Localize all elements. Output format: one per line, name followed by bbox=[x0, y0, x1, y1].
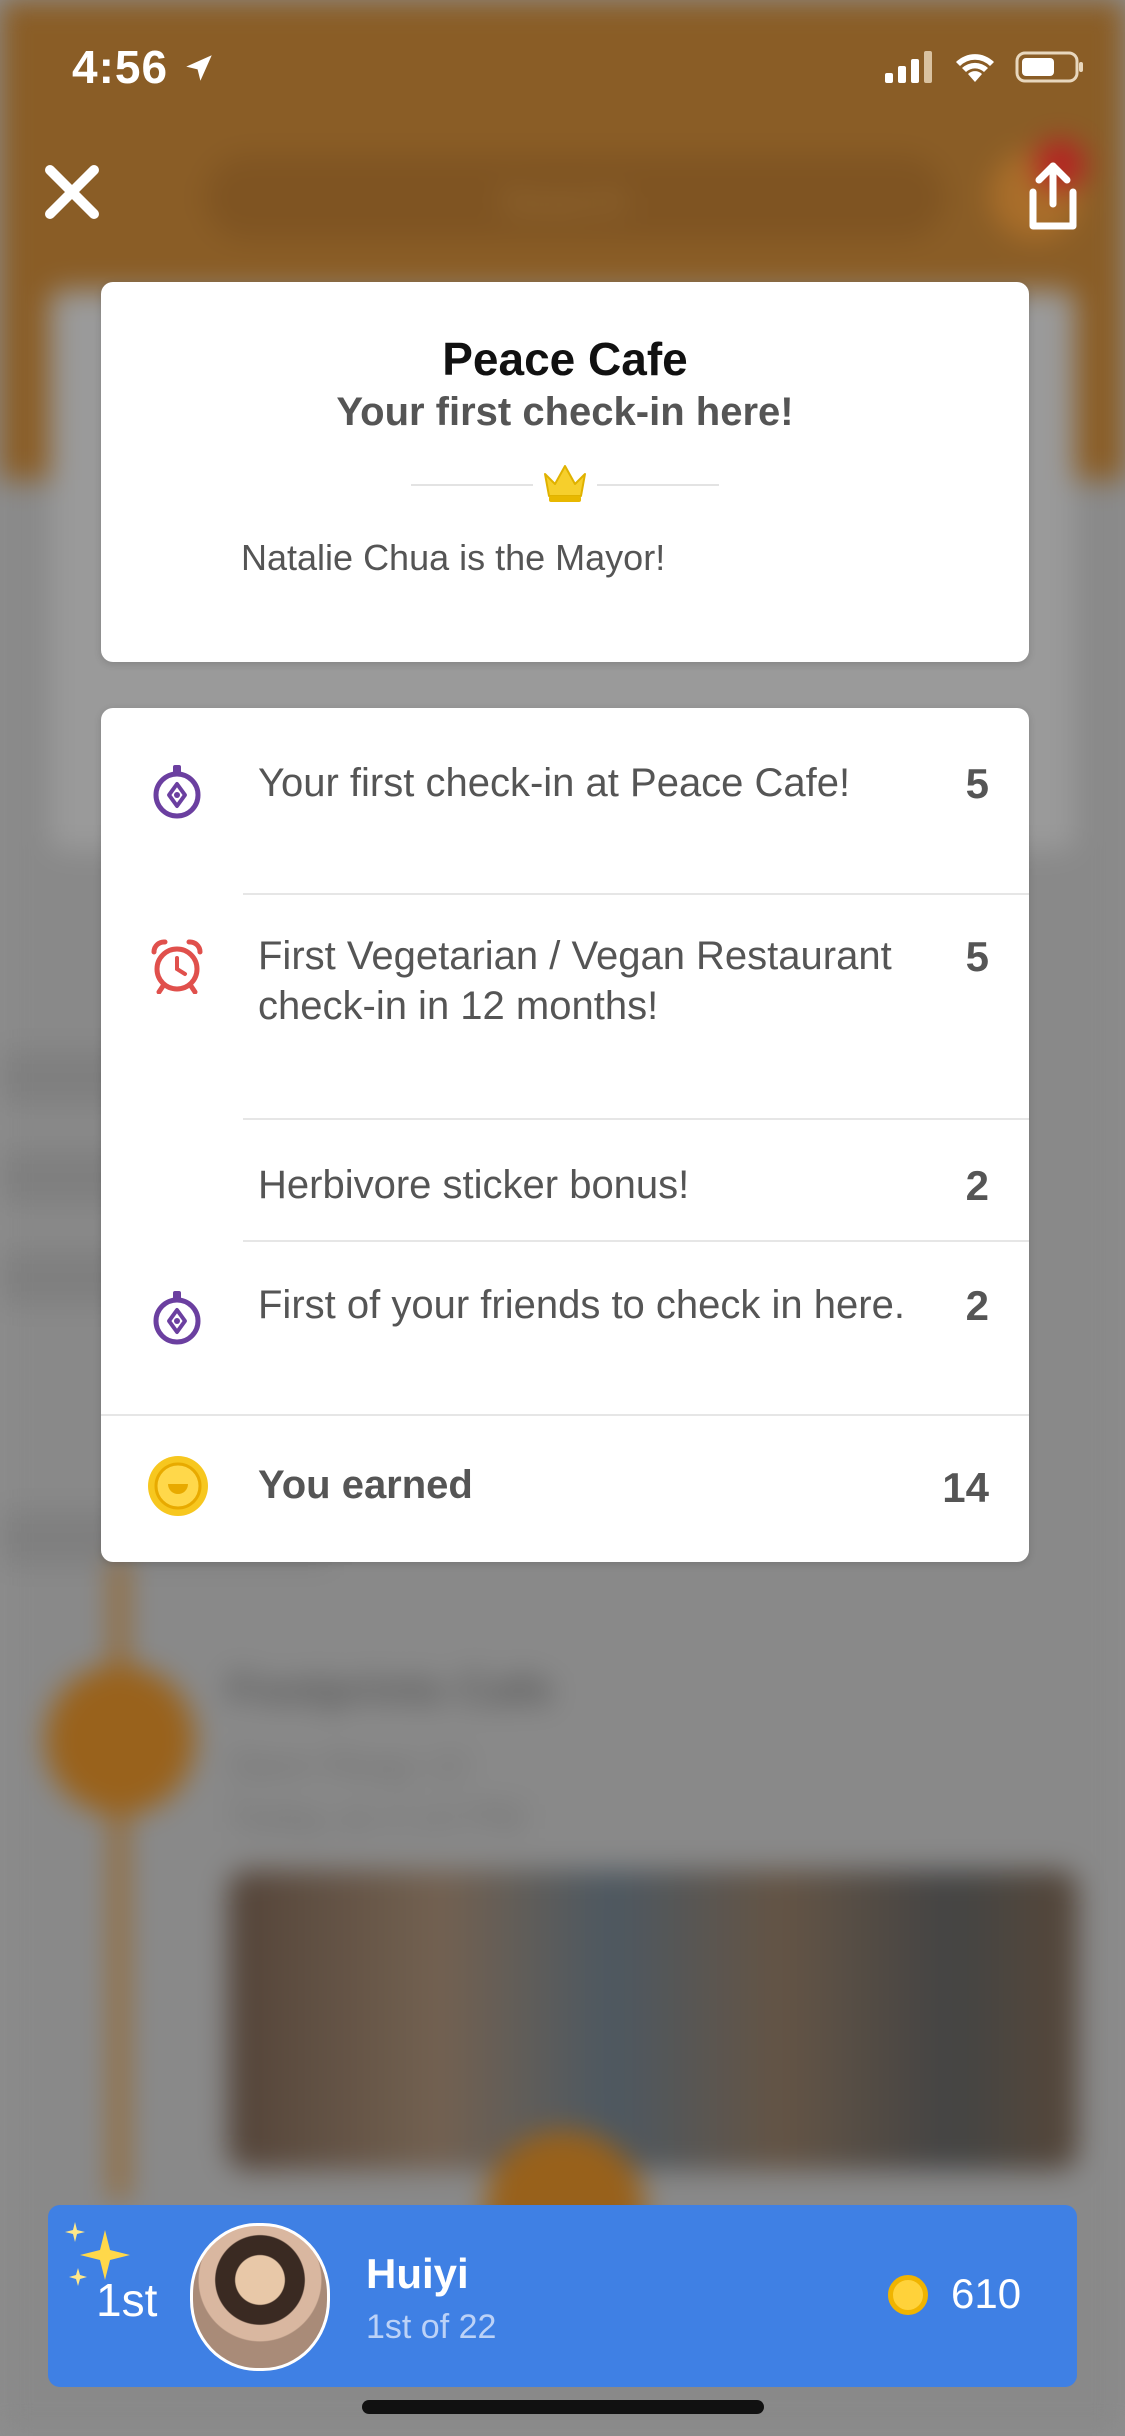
points-row-value: 5 bbox=[965, 760, 989, 807]
coin-icon bbox=[148, 1456, 208, 1516]
points-card: Your first check-in at Peace Cafe! 5 Fir… bbox=[101, 708, 1029, 1562]
leaderboard-bar[interactable]: 1st Huiyi 1st of 22 610 bbox=[48, 2205, 1077, 2387]
close-icon[interactable] bbox=[40, 160, 104, 224]
coin-icon bbox=[888, 2275, 928, 2315]
divider-right bbox=[597, 484, 719, 486]
location-arrow-icon bbox=[186, 55, 212, 81]
total-value: 14 bbox=[942, 1464, 989, 1511]
venue-subtitle: Your first check-in here! bbox=[336, 390, 794, 434]
points-row-value: 2 bbox=[965, 1162, 989, 1209]
wifi-icon bbox=[956, 54, 994, 82]
status-time-text: 4:56 bbox=[72, 41, 169, 93]
home-indicator[interactable] bbox=[362, 2400, 764, 2414]
status-icons bbox=[885, 50, 1085, 84]
divider-left bbox=[411, 484, 533, 486]
total-separator bbox=[101, 1414, 1029, 1416]
total-label: You earned bbox=[258, 1463, 473, 1507]
row-separator bbox=[243, 1240, 1029, 1242]
coin-count: 610 bbox=[951, 2270, 1022, 2317]
leader-subtitle: 1st of 22 bbox=[366, 2308, 497, 2346]
avatar[interactable] bbox=[190, 2223, 330, 2371]
points-row-value: 2 bbox=[965, 1282, 989, 1329]
row-separator bbox=[243, 893, 1029, 895]
leader-name: Huiyi bbox=[366, 2250, 469, 2297]
venue-card: Peace Cafe Your first check-in here! Nat… bbox=[101, 282, 1029, 662]
location-target-icon bbox=[153, 1291, 201, 1345]
points-row-text: Your first check-in at Peace Cafe! bbox=[258, 761, 851, 805]
alarm-clock-icon bbox=[151, 939, 203, 994]
mayor-text: Natalie Chua is the Mayor! bbox=[241, 537, 666, 578]
share-icon[interactable] bbox=[1025, 162, 1081, 232]
battery-icon bbox=[1015, 51, 1083, 83]
points-row-value: 5 bbox=[965, 933, 989, 980]
location-target-icon bbox=[153, 765, 201, 819]
points-row-text: First Vegetarian / Vegan Restaurant chec… bbox=[258, 934, 892, 1028]
crown-icon bbox=[544, 465, 586, 502]
status-time: 4:56 bbox=[72, 40, 216, 94]
venue-name: Peace Cafe bbox=[442, 333, 688, 385]
points-row-text: Herbivore sticker bonus! bbox=[258, 1163, 690, 1207]
rank-label: 1st bbox=[96, 2274, 158, 2326]
row-separator bbox=[243, 1118, 1029, 1120]
signal-icon bbox=[885, 51, 932, 83]
points-row-text: First of your friends to check in here. bbox=[258, 1283, 905, 1327]
